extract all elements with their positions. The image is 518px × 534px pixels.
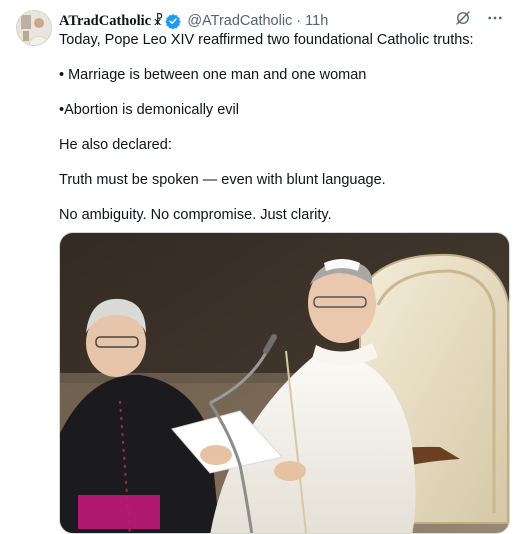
tweet-photo[interactable] — [59, 232, 510, 534]
separator-dot: · — [296, 13, 302, 29]
verified-badge-icon — [165, 13, 182, 29]
photo-image — [60, 233, 509, 533]
timestamp[interactable]: 11h — [305, 13, 328, 29]
tweet-line: Truth must be spoken — even with blunt l… — [59, 172, 386, 188]
author-name[interactable]: ATradCatholic — [59, 13, 151, 30]
tweet-header: ATradCatholic ☧ @ATradCatholic · 11h — [59, 11, 504, 31]
tweet-actions — [454, 9, 504, 32]
tweet-line: He also declared: — [59, 137, 172, 153]
grok-icon[interactable] — [454, 9, 472, 32]
tweet-line: Today, Pope Leo XIV reaffirmed two found… — [59, 32, 474, 48]
more-icon[interactable] — [486, 9, 504, 32]
avatar[interactable] — [16, 10, 52, 46]
author-handle[interactable]: @ATradCatholic — [187, 13, 292, 29]
tweet[interactable]: ATradCatholic ☧ @ATradCatholic · 11h Tod… — [0, 0, 518, 534]
tweet-line: •Abortion is demonically evil — [59, 102, 239, 118]
tweet-line: • Marriage is between one man and one wo… — [59, 67, 367, 83]
avatar-image — [17, 11, 51, 45]
cross-emoji: ☧ — [153, 13, 164, 28]
tweet-line: No ambiguity. No compromise. Just clarit… — [59, 207, 332, 223]
